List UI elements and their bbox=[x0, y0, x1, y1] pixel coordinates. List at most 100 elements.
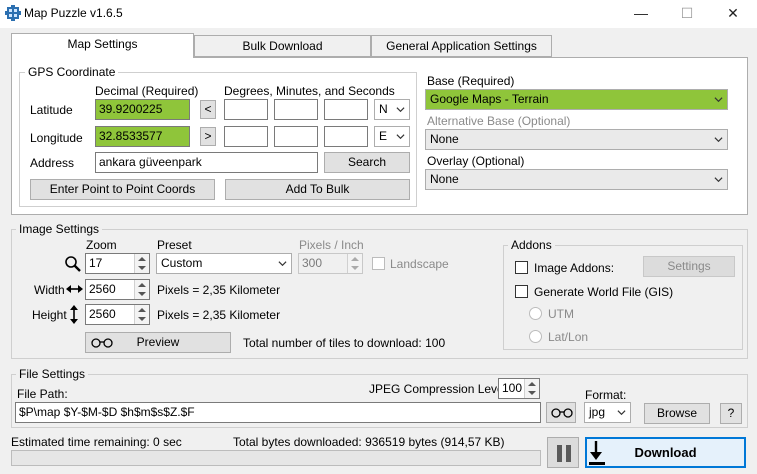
tiles-count-text: Total number of tiles to download: 100 bbox=[243, 336, 446, 350]
arrow-down-icon bbox=[138, 266, 146, 270]
height-info: Pixels = 2,35 Kilometer bbox=[157, 308, 281, 322]
format-value: jpg bbox=[589, 405, 606, 419]
latitude-hemisphere-select[interactable]: N bbox=[374, 99, 410, 120]
alternative-base-label: Alternative Base (Optional) bbox=[427, 114, 571, 128]
file-settings-title: File Settings bbox=[16, 367, 89, 381]
longitude-degrees-input[interactable] bbox=[224, 126, 268, 147]
chevron-down-icon bbox=[714, 137, 723, 143]
width-info: Pixels = 2,35 Kilometer bbox=[157, 283, 281, 297]
search-button[interactable]: Search bbox=[324, 152, 410, 173]
arrow-down-icon bbox=[138, 317, 146, 321]
height-label: Height bbox=[32, 308, 67, 322]
chevron-down-icon bbox=[278, 261, 287, 267]
minimize-button[interactable]: — bbox=[618, 0, 664, 28]
preset-value: Custom bbox=[161, 256, 203, 270]
height-value: 2560 bbox=[89, 307, 116, 321]
base-map-select[interactable]: Google Maps - Terrain bbox=[425, 89, 728, 110]
arrow-down-icon bbox=[528, 391, 536, 395]
file-path-input[interactable]: $P\map $Y-$M-$D $h$m$s$Z.$F bbox=[15, 402, 541, 423]
height-arrows-icon bbox=[69, 305, 79, 324]
browse-path-button[interactable] bbox=[546, 402, 576, 423]
glasses-icon bbox=[91, 338, 113, 348]
landscape-label: Landscape bbox=[390, 257, 449, 271]
tab-general-settings[interactable]: General Application Settings bbox=[371, 35, 552, 57]
arrow-down-icon bbox=[138, 292, 146, 296]
overlay-select[interactable]: None bbox=[425, 169, 728, 190]
dms-header: Degrees, Minutes, and Seconds bbox=[224, 84, 395, 98]
address-label: Address bbox=[30, 156, 75, 170]
height-spin-arrows[interactable] bbox=[134, 305, 149, 324]
overlay-label: Overlay (Optional) bbox=[427, 154, 525, 168]
longitude-convert-button[interactable]: > bbox=[200, 127, 216, 146]
jpeg-compression-stepper[interactable]: 100 bbox=[498, 378, 540, 399]
close-button[interactable]: ✕ bbox=[710, 0, 756, 28]
jpeg-spin-arrows[interactable] bbox=[524, 379, 539, 398]
arrow-up-icon bbox=[138, 257, 146, 261]
preview-button[interactable]: Preview bbox=[85, 332, 231, 353]
arrow-up-icon bbox=[351, 257, 359, 261]
longitude-hemisphere-value: E bbox=[379, 129, 388, 143]
jpeg-compression-value: 100 bbox=[502, 381, 523, 395]
latitude-hemisphere-value: N bbox=[379, 102, 388, 116]
latitude-minutes-input[interactable] bbox=[274, 99, 318, 120]
arrow-down-icon bbox=[351, 266, 359, 270]
window-title: Map Puzzle v1.6.5 bbox=[24, 6, 123, 20]
longitude-minutes-input[interactable] bbox=[274, 126, 318, 147]
utm-radio[interactable] bbox=[529, 307, 542, 320]
width-stepper[interactable]: 2560 bbox=[85, 279, 150, 300]
help-button[interactable]: ? bbox=[720, 403, 742, 424]
chevron-down-icon bbox=[714, 97, 723, 103]
arrow-up-icon bbox=[138, 283, 146, 287]
preset-label: Preset bbox=[157, 238, 192, 252]
zoom-stepper[interactable]: 17 bbox=[85, 253, 150, 274]
alternative-base-select[interactable]: None bbox=[425, 129, 728, 150]
format-select[interactable]: jpg bbox=[584, 402, 631, 423]
preset-select[interactable]: Custom bbox=[156, 253, 292, 274]
chevron-down-icon bbox=[396, 107, 405, 113]
latitude-label: Latitude bbox=[30, 103, 73, 117]
maximize-button[interactable]: ☐ bbox=[664, 0, 710, 28]
pause-button[interactable] bbox=[547, 437, 579, 468]
addons-settings-button[interactable]: Settings bbox=[643, 256, 735, 277]
base-label: Base (Required) bbox=[427, 74, 515, 88]
tab-map-settings[interactable]: Map Settings bbox=[11, 33, 194, 58]
browse-button[interactable]: Browse bbox=[644, 403, 710, 424]
height-stepper[interactable]: 2560 bbox=[85, 304, 150, 325]
width-label: Width bbox=[34, 283, 65, 297]
latitude-convert-button[interactable]: < bbox=[200, 100, 216, 119]
add-to-bulk-button[interactable]: Add To Bulk bbox=[225, 179, 410, 200]
pixels-per-inch-stepper[interactable]: 300 bbox=[298, 253, 363, 274]
zoom-spin-arrows[interactable] bbox=[134, 254, 149, 273]
image-addons-checkbox[interactable] bbox=[515, 261, 528, 274]
address-input[interactable]: ankara güveenpark bbox=[95, 152, 318, 173]
tab-bulk-download[interactable]: Bulk Download bbox=[194, 35, 371, 57]
longitude-hemisphere-select[interactable]: E bbox=[374, 126, 410, 147]
image-addons-label: Image Addons: bbox=[534, 261, 615, 275]
chevron-down-icon bbox=[396, 134, 405, 140]
zoom-label: Zoom bbox=[86, 238, 117, 252]
width-spin-arrows[interactable] bbox=[134, 280, 149, 299]
point-to-point-button[interactable]: Enter Point to Point Coords bbox=[30, 179, 215, 200]
width-value: 2560 bbox=[89, 282, 116, 296]
longitude-input[interactable]: 32.8533577 bbox=[95, 126, 190, 147]
latlon-label: Lat/Lon bbox=[548, 330, 589, 344]
magnifier-icon bbox=[64, 255, 82, 273]
latitude-input[interactable]: 39.9200225 bbox=[95, 99, 190, 120]
download-button[interactable]: Download bbox=[585, 437, 746, 468]
world-file-checkbox[interactable] bbox=[515, 285, 528, 298]
latlon-radio[interactable] bbox=[529, 330, 542, 343]
longitude-seconds-input[interactable] bbox=[324, 126, 368, 147]
landscape-checkbox[interactable] bbox=[372, 257, 385, 270]
latitude-degrees-input[interactable] bbox=[224, 99, 268, 120]
preview-label: Preview bbox=[136, 335, 180, 349]
latitude-seconds-input[interactable] bbox=[324, 99, 368, 120]
utm-label: UTM bbox=[548, 307, 574, 321]
decimal-header: Decimal (Required) bbox=[95, 84, 199, 98]
gps-group-title: GPS Coordinate bbox=[25, 65, 119, 79]
ppi-spin-arrows[interactable] bbox=[347, 254, 362, 273]
app-icon bbox=[5, 5, 21, 21]
bytes-downloaded-text: Total bytes downloaded: 936519 bytes (91… bbox=[233, 435, 505, 449]
zoom-value: 17 bbox=[89, 256, 103, 270]
chevron-down-icon bbox=[617, 410, 626, 416]
addons-title: Addons bbox=[508, 238, 555, 252]
